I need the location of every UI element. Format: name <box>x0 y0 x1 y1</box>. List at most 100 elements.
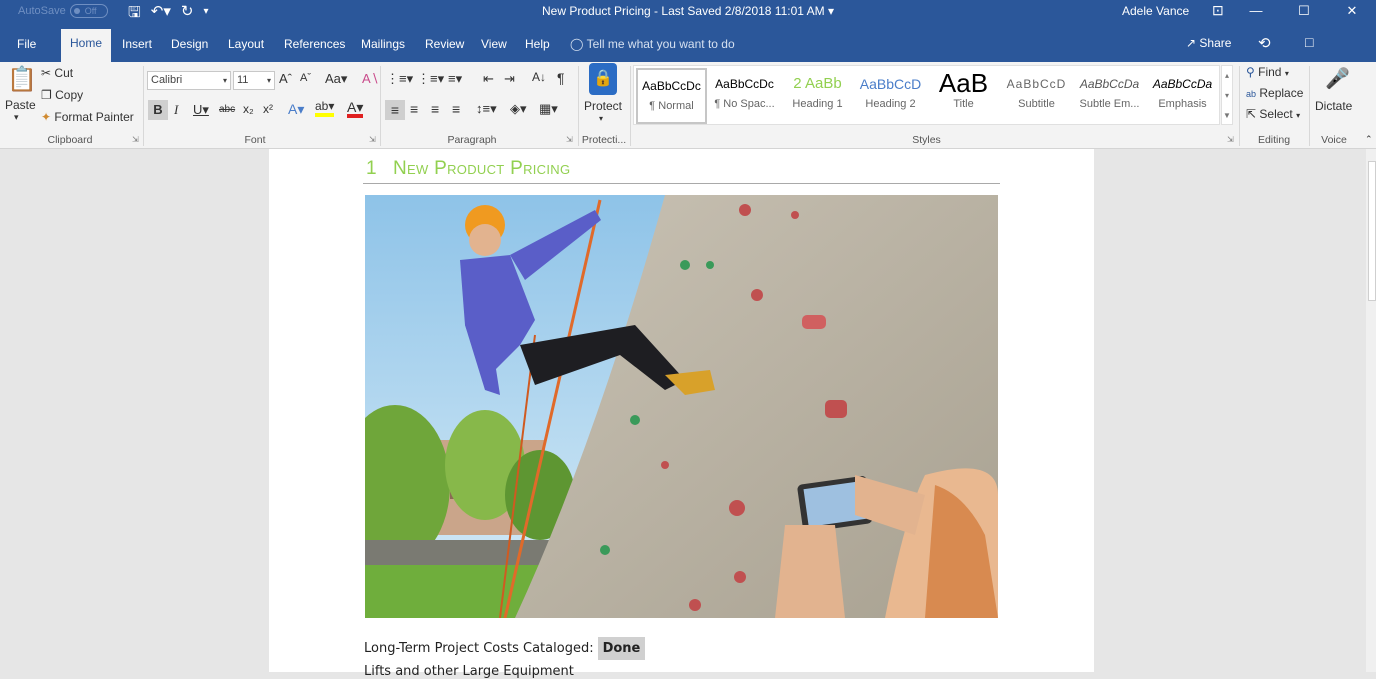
cut-button[interactable]: ✂ Cut <box>41 66 73 80</box>
style-title[interactable]: AaB Title <box>928 68 999 124</box>
find-button[interactable]: ⚲ Find ▾ <box>1246 65 1289 79</box>
style-subtle-emphasis[interactable]: AaBbCcDa Subtle Em... <box>1074 68 1145 124</box>
style-preview: AaBbCcDc <box>642 79 701 93</box>
replace-icon: ab <box>1246 89 1257 99</box>
select-label: Select <box>1259 107 1293 121</box>
editing-group-label: Editing <box>1257 134 1291 146</box>
chevron-down-icon: ▾ <box>1284 69 1289 78</box>
maximize-icon[interactable]: ☐ <box>1280 0 1328 24</box>
style-emphasis[interactable]: AaBbCcDa Emphasis <box>1147 68 1218 124</box>
scrollbar-thumb[interactable] <box>1368 161 1376 301</box>
font-color-icon[interactable]: A▾ <box>347 100 364 118</box>
ribbon-display-options-icon[interactable]: ⊡ <box>1212 2 1224 19</box>
cut-label: Cut <box>54 66 74 80</box>
subscript-button[interactable]: x₂ <box>243 102 254 116</box>
replace-label: Replace <box>1259 86 1304 100</box>
climbing-wall-photo[interactable] <box>365 195 998 618</box>
separator <box>143 66 144 146</box>
change-case-icon[interactable]: Aa▾ <box>325 71 347 87</box>
heading-1[interactable]: 1 New Product Pricing <box>363 158 1000 184</box>
clear-formatting-icon[interactable]: A∖ <box>362 71 379 87</box>
shrink-font-icon[interactable]: Aˇ <box>300 72 311 84</box>
copy-label: Copy <box>55 88 84 102</box>
tab-layout[interactable]: Layout <box>219 32 273 62</box>
bullets-icon[interactable]: ⋮≡▾ <box>386 71 413 87</box>
select-button[interactable]: ⇱ Select ▾ <box>1246 107 1300 121</box>
title-bar: AutoSave Off 🖫 ↶▾ ↻ ▾ New Product Pricin… <box>0 0 1376 24</box>
text-effects-icon[interactable]: A▾ <box>288 101 304 118</box>
comments-icon[interactable]: □ <box>1305 34 1313 50</box>
strikethrough-button[interactable]: abc <box>219 104 235 115</box>
highlight-icon[interactable]: ab▾ <box>315 100 335 117</box>
style-no-spacing[interactable]: AaBbCcDc ¶ No Spac... <box>709 68 780 124</box>
increase-indent-icon[interactable]: ⇥ <box>504 71 515 87</box>
user-name[interactable]: Adele Vance <box>1122 4 1189 18</box>
protect-button[interactable]: Protect <box>584 99 622 113</box>
collapse-ribbon-icon[interactable]: ⌃ <box>1365 134 1373 145</box>
status-done[interactable]: Done <box>597 637 646 660</box>
tell-me-search[interactable]: ◯ Tell me what you want to do <box>570 37 735 51</box>
share-button[interactable]: ↗ Share <box>1186 36 1231 50</box>
tab-help[interactable]: Help <box>516 32 559 62</box>
style-normal[interactable]: AaBbCcDc ¶ Normal <box>636 68 707 124</box>
history-icon[interactable]: ⟲ <box>1258 34 1271 52</box>
paste-button[interactable]: Paste <box>5 98 36 112</box>
tab-mailings[interactable]: Mailings <box>352 32 414 62</box>
clipboard-launcher-icon[interactable]: ⇲ <box>132 135 139 144</box>
style-heading-1[interactable]: 2 AaBb Heading 1 <box>782 68 853 124</box>
styles-scroll[interactable]: ▴ ▾ ▼ <box>1221 65 1233 125</box>
tab-file[interactable]: File <box>8 32 45 62</box>
superscript-button[interactable]: x² <box>263 102 273 116</box>
dictate-button[interactable]: Dictate <box>1315 99 1352 113</box>
tab-home[interactable]: Home <box>61 29 112 62</box>
align-center-button[interactable]: ≡ <box>410 101 418 117</box>
font-name-dropdown[interactable]: Calibri ▾ <box>147 71 231 90</box>
multilevel-list-icon[interactable]: ≡▾ <box>448 71 462 87</box>
style-preview: AaBbCcDa <box>1152 77 1213 91</box>
style-heading-2[interactable]: AaBbCcD Heading 2 <box>855 68 926 124</box>
format-painter-button[interactable]: ✦ Format Painter <box>41 110 134 124</box>
autosave-switch[interactable]: Off <box>69 4 108 18</box>
font-launcher-icon[interactable]: ⇲ <box>369 135 376 144</box>
style-name: Subtle Em... <box>1079 98 1140 110</box>
tab-review[interactable]: Review <box>416 32 473 62</box>
voice-group-label: Voice <box>1321 134 1347 146</box>
sort-icon[interactable]: A↓ <box>532 70 546 84</box>
tab-view[interactable]: View <box>472 32 516 62</box>
protect-dropdown-icon[interactable]: ▾ <box>599 114 603 123</box>
style-subtitle[interactable]: AaBbCcD Subtitle <box>1001 68 1072 124</box>
copy-button[interactable]: ❐ Copy <box>41 88 83 102</box>
grow-font-icon[interactable]: Aˆ <box>279 71 292 86</box>
tab-references[interactable]: References <box>275 32 354 62</box>
decrease-indent-icon[interactable]: ⇤ <box>483 71 494 87</box>
chevron-down-icon: ▾ <box>266 76 271 85</box>
paste-icon[interactable]: 📋 <box>7 65 37 94</box>
style-name: ¶ Normal <box>649 100 694 112</box>
close-icon[interactable]: ✕ <box>1328 0 1376 24</box>
protect-icon[interactable]: 🔒 <box>589 63 617 95</box>
paragraph-launcher-icon[interactable]: ⇲ <box>566 135 573 144</box>
borders-icon[interactable]: ▦▾ <box>539 101 558 117</box>
font-size-dropdown[interactable]: 11 ▾ <box>233 71 275 90</box>
tab-insert[interactable]: Insert <box>113 32 161 62</box>
styles-launcher-icon[interactable]: ⇲ <box>1227 135 1234 144</box>
shading-icon[interactable]: ◈▾ <box>510 101 527 117</box>
underline-button[interactable]: U▾ <box>193 102 209 118</box>
minimize-icon[interactable]: — <box>1232 0 1280 24</box>
microphone-icon[interactable]: 🎤 <box>1325 66 1350 91</box>
replace-button[interactable]: ab Replace <box>1246 86 1303 100</box>
autosave-toggle[interactable]: AutoSave Off <box>18 4 108 18</box>
paragraph-project-costs[interactable]: Long-Term Project Costs Cataloged: Done <box>364 637 646 660</box>
bold-button[interactable]: B <box>148 100 168 120</box>
tab-design[interactable]: Design <box>162 32 217 62</box>
show-formatting-marks-icon[interactable]: ¶ <box>557 70 565 86</box>
vertical-scrollbar[interactable] <box>1366 149 1376 672</box>
numbering-icon[interactable]: ⋮≡▾ <box>417 71 444 87</box>
heading-number: 1 <box>366 158 377 179</box>
line-spacing-icon[interactable]: ↕≡▾ <box>476 101 497 117</box>
italic-button[interactable]: I <box>174 102 178 118</box>
align-right-button[interactable]: ≡ <box>431 101 439 117</box>
paste-dropdown-icon[interactable]: ▾ <box>14 112 19 123</box>
align-left-button[interactable]: ≡ <box>385 100 405 120</box>
justify-button[interactable]: ≡ <box>452 101 460 117</box>
